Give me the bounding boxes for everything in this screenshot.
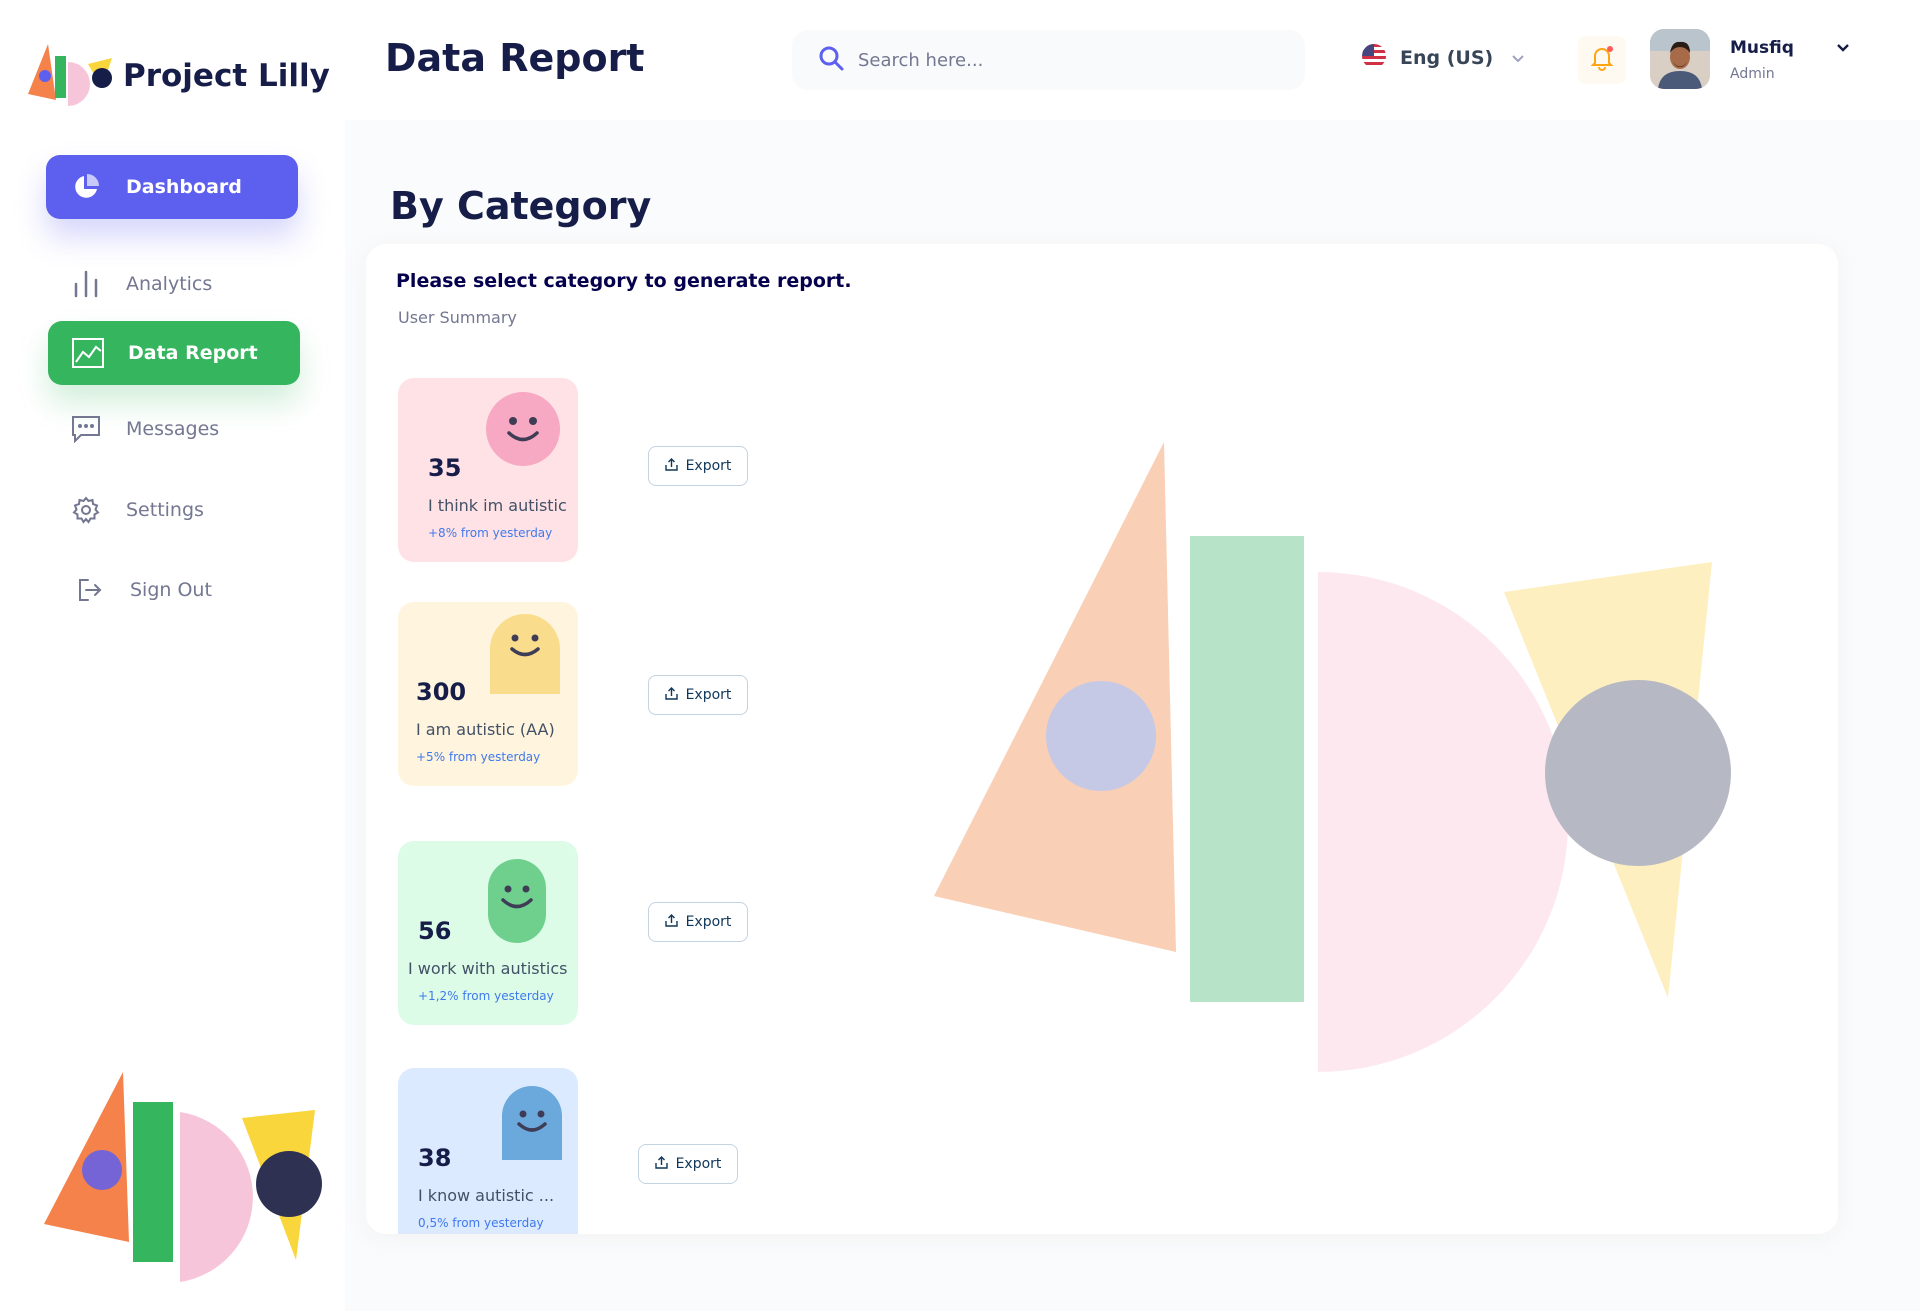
decorative-shapes-illustration <box>934 442 1731 1072</box>
category-label: I work with autistics <box>408 959 568 978</box>
smiley-icon <box>488 859 546 943</box>
smiley-icon <box>490 614 560 694</box>
category-delta: +8% from yesterday <box>428 526 553 540</box>
export-label: Export <box>685 458 732 474</box>
category-card-know-autistic[interactable]: 38 I know autistic ... 0,5% from yesterd… <box>398 1068 578 1234</box>
sidebar-item-label: Sign Out <box>130 579 212 601</box>
gear-icon <box>70 494 102 526</box>
category-card-am-autistic[interactable]: 300 I am autistic (AA) +5% from yesterda… <box>398 602 578 786</box>
sidebar-item-label: Dashboard <box>126 176 242 198</box>
export-icon <box>664 457 678 475</box>
panel-heading: Please select category to generate repor… <box>396 270 852 292</box>
sign-out-icon <box>74 574 106 606</box>
category-label: I know autistic ... <box>418 1186 555 1205</box>
chevron-down-icon <box>1511 49 1525 68</box>
us-flag-icon <box>1362 44 1386 72</box>
search-input[interactable] <box>858 49 1278 71</box>
language-selector[interactable]: Eng (US) <box>1362 44 1525 72</box>
export-button[interactable]: Export <box>648 675 748 715</box>
sidebar-item-dashboard[interactable]: Dashboard <box>46 155 298 219</box>
chevron-down-icon[interactable] <box>1836 38 1850 57</box>
smiley-icon <box>502 1086 562 1160</box>
sidebar: Project Lilly Dashboard Analytics Data R… <box>0 0 345 1311</box>
category-delta: +5% from yesterday <box>416 750 541 764</box>
logo-icon <box>28 44 112 106</box>
language-label: Eng (US) <box>1400 47 1494 69</box>
sidebar-item-label: Messages <box>126 418 220 440</box>
search-icon <box>818 45 844 75</box>
export-icon <box>654 1155 668 1173</box>
page-title: Data Report <box>385 36 645 80</box>
user-role: Admin <box>1730 66 1775 82</box>
line-chart-icon <box>72 337 104 369</box>
export-icon <box>664 686 678 704</box>
smiley-icon <box>486 392 560 466</box>
sidebar-item-sign-out[interactable]: Sign Out <box>74 574 212 606</box>
panel-subheading: User Summary <box>398 308 517 327</box>
sidebar-item-analytics[interactable]: Analytics <box>70 268 212 300</box>
message-icon <box>70 413 102 445</box>
category-card-work-with-autistics[interactable]: 56 I work with autistics +1,2% from yest… <box>398 841 578 1025</box>
export-button[interactable]: Export <box>648 446 748 486</box>
category-count: 300 <box>416 678 467 706</box>
category-count: 56 <box>418 917 452 945</box>
export-button[interactable]: Export <box>638 1144 738 1184</box>
export-button[interactable]: Export <box>648 902 748 942</box>
user-name: Musfiq <box>1730 38 1794 58</box>
export-label: Export <box>685 687 732 703</box>
category-label: I think im autistic <box>428 496 567 515</box>
category-card-think-autistic[interactable]: 35 I think im autistic +8% from yesterda… <box>398 378 578 562</box>
avatar[interactable] <box>1650 29 1710 89</box>
category-delta: +1,2% from yesterday <box>418 989 554 1003</box>
export-label: Export <box>685 914 732 930</box>
sidebar-item-label: Analytics <box>126 273 213 295</box>
category-count: 35 <box>428 454 462 482</box>
sidebar-item-label: Settings <box>126 499 204 521</box>
export-icon <box>664 913 678 931</box>
category-count: 38 <box>418 1144 452 1172</box>
notifications-button[interactable] <box>1578 36 1626 84</box>
app-name: Project Lilly <box>123 58 330 94</box>
logo[interactable]: Project Lilly <box>28 44 330 108</box>
search-bar[interactable] <box>792 30 1305 90</box>
sidebar-item-data-report[interactable]: Data Report <box>48 321 300 385</box>
sidebar-item-label: Data Report <box>128 342 258 364</box>
section-title: By Category <box>390 184 652 228</box>
sidebar-item-settings[interactable]: Settings <box>70 494 204 526</box>
category-delta: 0,5% from yesterday <box>418 1216 544 1230</box>
bell-icon <box>1588 44 1616 76</box>
pie-chart-icon <box>70 171 102 203</box>
bar-chart-icon <box>70 268 102 300</box>
category-label: I am autistic (AA) <box>416 720 555 739</box>
decorative-shapes-illustration <box>44 1072 322 1282</box>
sidebar-item-messages[interactable]: Messages <box>70 413 219 445</box>
export-label: Export <box>675 1156 722 1172</box>
